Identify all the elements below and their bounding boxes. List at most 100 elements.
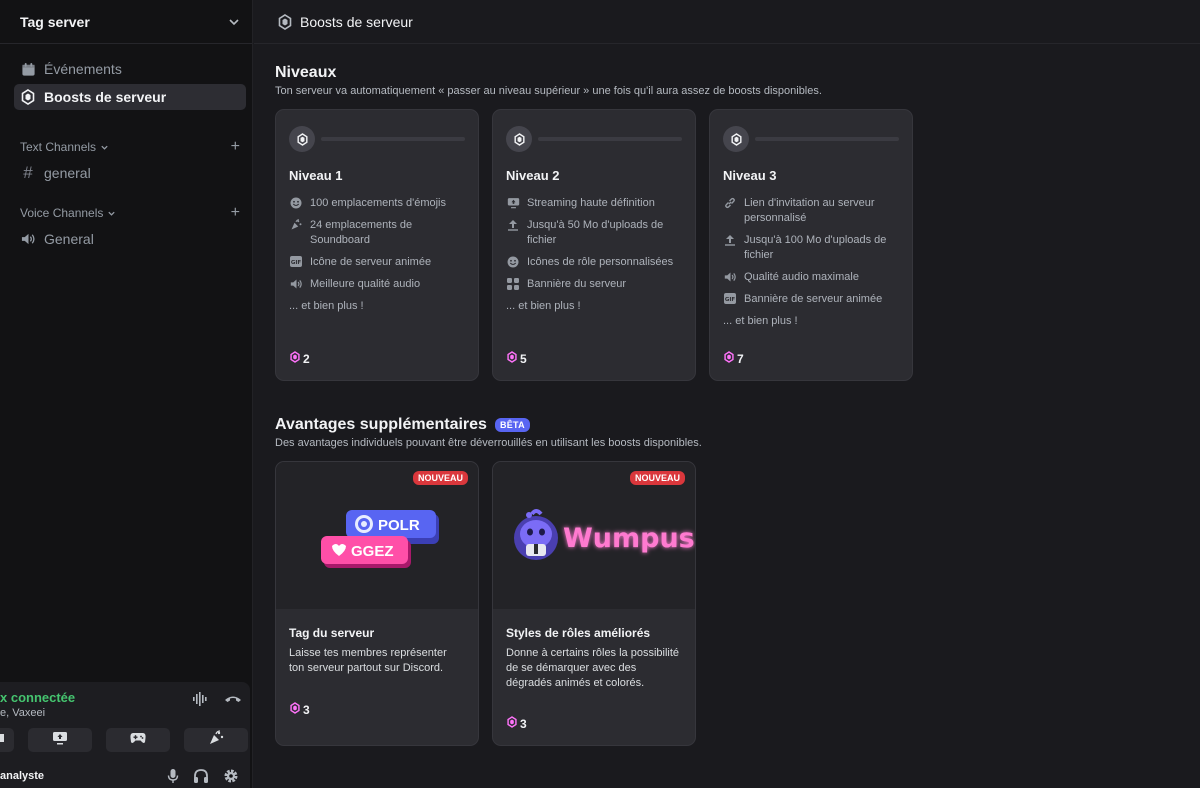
tier-card-2: Niveau 2 Streaming haute définition Jusq… (492, 109, 696, 381)
boost-gem-pink-icon (507, 716, 517, 731)
perk-item: Meilleure qualité audio (289, 277, 465, 292)
channel-general-voice[interactable]: General (14, 226, 246, 252)
disconnect-icon[interactable] (224, 692, 242, 711)
perk-label: Lien d'invitation au serveur personnalis… (744, 197, 875, 224)
activities-button[interactable] (106, 728, 170, 752)
sidebar-item-label: Événements (44, 61, 122, 77)
levels-subtitle: Ton serveur va automatiquement « passer … (275, 85, 822, 97)
tier-card-1: Niveau 1 100 emplacements d'émojis 24 em… (275, 109, 479, 381)
perk-item: Bannière du serveur (506, 277, 682, 292)
perk-more: ... et bien plus ! (506, 300, 581, 312)
channel-label: General (44, 231, 94, 247)
soundboard-button[interactable] (184, 728, 248, 752)
server-name: Tag server (20, 13, 90, 30)
perk-item: Qualité audio maximale (723, 270, 899, 285)
server-header[interactable]: Tag server (0, 0, 252, 44)
headphones-icon[interactable] (193, 768, 209, 788)
banner-icon (506, 277, 520, 292)
boost-gem-pink-icon (290, 351, 300, 366)
svg-text:GIF: GIF (291, 260, 302, 266)
add-channel-icon[interactable]: + (231, 204, 240, 222)
soundboard-icon (289, 218, 303, 248)
boost-gem-icon (723, 126, 749, 152)
link-icon (723, 196, 737, 226)
username[interactable]: analyste (0, 770, 44, 782)
wumpus-wordmark: Wumpus (563, 523, 695, 554)
boost-gem-pink-icon (290, 702, 300, 717)
gif-icon: GIF (723, 292, 737, 307)
category-voice-channels[interactable]: Voice Channels + (0, 204, 252, 222)
boost-gem-pink-icon (507, 351, 517, 366)
stream-icon (506, 196, 520, 211)
extras-section: Avantages supplémentaires BÊTA Des avant… (275, 416, 702, 449)
perk-label: Bannière du serveur (527, 278, 627, 290)
sidebar-item-events[interactable]: Événements (14, 56, 246, 82)
boost-cost-value: 5 (520, 351, 527, 366)
speaker-icon (723, 270, 737, 285)
voice-channel-text: e, Vaxeei (0, 707, 46, 719)
category-label: Voice Channels (20, 206, 104, 220)
add-channel-icon[interactable]: + (231, 138, 240, 156)
sidebar-item-label: Boosts de serveur (44, 89, 167, 105)
screen-share-button[interactable] (28, 728, 92, 752)
calendar-icon (20, 61, 36, 77)
perk-card-server-tag[interactable]: NOUVEAU POLR GGEZ Tag du serveur Laisse … (275, 461, 479, 746)
speaker-icon (289, 277, 303, 292)
channel-label: general (44, 165, 91, 181)
user-panel: analyste (0, 768, 253, 788)
voice-status-text[interactable]: x connectée (0, 690, 150, 705)
speaker-icon (20, 232, 36, 246)
tier-cards: Niveau 1 100 emplacements d'émojis 24 em… (275, 109, 913, 381)
perk-card-title: Styles de rôles améliorés (506, 626, 651, 640)
gif-icon: GIF (289, 255, 303, 270)
boost-gem-pink-icon (724, 351, 734, 366)
perk-more: ... et bien plus ! (289, 300, 364, 312)
camera-button[interactable] (0, 728, 14, 752)
boost-cost: 5 (507, 351, 527, 366)
perk-label: Meilleure qualité audio (310, 278, 421, 290)
soundboard-icon (208, 729, 224, 751)
emoji-icon (506, 255, 520, 270)
chevron-down-icon (228, 16, 240, 28)
noise-suppression-icon[interactable] (192, 692, 208, 711)
perk-label: Jusqu'à 100 Mo d'uploads de fichier (744, 234, 887, 261)
tier-name: Niveau 1 (289, 168, 343, 183)
perk-card-role-styles[interactable]: NOUVEAU Wumpus Styles de rôles améliorés… (492, 461, 696, 746)
boost-cost-value: 2 (303, 351, 310, 366)
perk-card-desc: Donne à certains rôles la possibilité de… (506, 647, 680, 689)
tier-progress-track (321, 137, 465, 141)
perk-label: Icônes de rôle personnalisées (527, 256, 674, 268)
category-text-channels[interactable]: Text Channels + (0, 138, 252, 156)
perk-item: 100 emplacements d'émojis (289, 196, 465, 211)
tier-progress-track (538, 137, 682, 141)
perk-item: Streaming haute définition (506, 196, 682, 211)
settings-gear-icon[interactable] (223, 768, 239, 788)
microphone-icon[interactable] (167, 768, 179, 788)
perk-more: ... et bien plus ! (723, 315, 798, 327)
emoji-icon (289, 196, 303, 211)
boost-cost: 7 (724, 351, 744, 366)
tier-card-3: Niveau 3 Lien d'invitation au serveur pe… (709, 109, 913, 381)
sidebar: Tag server Événements Boosts de serveur … (0, 0, 253, 788)
perk-item: Icônes de rôle personnalisées (506, 255, 682, 270)
sidebar-item-server-boosts[interactable]: Boosts de serveur (14, 84, 246, 110)
perk-card-desc: Laisse tes membres représenter ton serve… (289, 647, 447, 674)
boost-gem-icon (289, 126, 315, 152)
channel-general-text[interactable]: # general (14, 160, 246, 186)
perk-item: 24 emplacements de Soundboard (289, 218, 465, 248)
tier-name: Niveau 2 (506, 168, 560, 183)
category-label: Text Channels (20, 140, 97, 154)
svg-text:GIF: GIF (725, 297, 736, 303)
upload-icon (723, 233, 737, 263)
perk-card-title: Tag du serveur (289, 626, 375, 640)
upload-icon (506, 218, 520, 248)
perk-item: Lien d'invitation au serveur personnalis… (723, 196, 899, 226)
perk-label: 24 emplacements de Soundboard (310, 219, 413, 246)
boost-gem-icon (506, 126, 532, 152)
perk-cards: NOUVEAU POLR GGEZ Tag du serveur Laisse … (275, 461, 696, 746)
perk-item: GIF Icône de serveur animée (289, 255, 465, 270)
boost-cost-value: 3 (520, 716, 527, 731)
boost-cost: 3 (507, 716, 527, 731)
perk-item: GIF Bannière de serveur animée (723, 292, 899, 307)
gamepad-icon (130, 731, 146, 749)
